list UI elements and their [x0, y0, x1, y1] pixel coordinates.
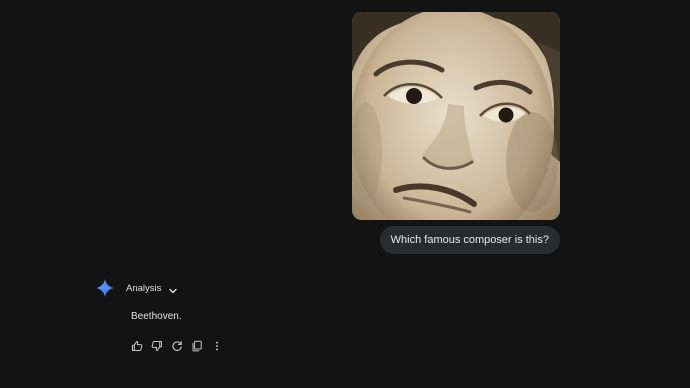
more-options-icon[interactable]	[211, 340, 223, 352]
chevron-down-icon	[168, 283, 178, 294]
response-actions	[131, 340, 231, 352]
model-response-header: Analysis	[96, 279, 178, 297]
analysis-label: Analysis	[126, 282, 162, 294]
analysis-toggle-button[interactable]: Analysis	[126, 283, 178, 294]
user-uploaded-image[interactable]	[352, 12, 560, 220]
regenerate-icon[interactable]	[171, 340, 183, 352]
chat-view: Which famous composer is this? Analysis	[0, 0, 690, 388]
user-message-bubble: Which famous composer is this?	[379, 226, 560, 254]
model-response-text: Beethoven.	[131, 311, 182, 322]
thumbs-down-icon[interactable]	[151, 340, 163, 352]
thumbs-up-icon[interactable]	[131, 340, 143, 352]
gemini-sparkle-icon	[96, 279, 114, 297]
copy-icon[interactable]	[191, 340, 203, 352]
portrait-photo	[352, 12, 560, 220]
